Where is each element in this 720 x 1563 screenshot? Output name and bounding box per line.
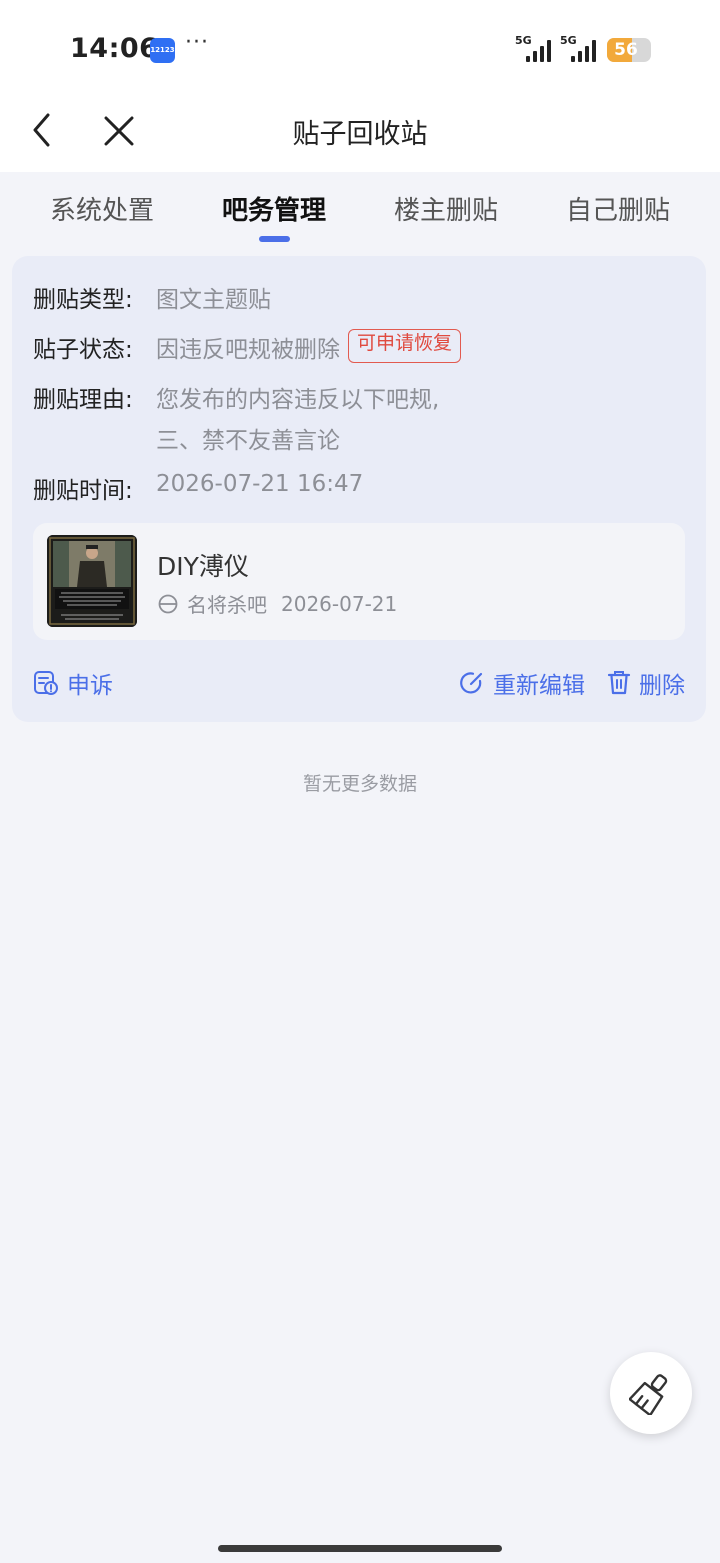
delete-reason-label: 删贴理由: bbox=[33, 387, 133, 413]
nav-header: 贴子回收站 bbox=[0, 96, 720, 172]
delete-type-value: 图文主题贴 bbox=[156, 287, 271, 313]
app-notification-icon: 12123 bbox=[150, 38, 175, 63]
tab-op-deleted[interactable]: 楼主删贴 bbox=[366, 190, 526, 227]
battery-level: 56 bbox=[614, 40, 638, 60]
delete-type-label: 删贴类型: bbox=[33, 287, 133, 313]
appeal-icon bbox=[34, 671, 58, 695]
appeal-button[interactable]: 申诉 bbox=[33, 666, 113, 700]
reedit-label: 重新编辑 bbox=[493, 673, 585, 699]
status-time: 14:06 bbox=[70, 33, 159, 64]
appeal-label: 申诉 bbox=[67, 673, 113, 699]
status-bar: 14:06 12123 ··· 5G 5G 56 bbox=[0, 0, 720, 96]
delete-reason-line1: 您发布的内容违反以下吧规, bbox=[156, 387, 440, 413]
post-status-label: 贴子状态: bbox=[33, 337, 133, 363]
delete-button[interactable]: 删除 bbox=[607, 666, 685, 700]
broom-icon bbox=[629, 1374, 668, 1415]
post-date: 2026-07-21 bbox=[281, 591, 398, 616]
home-indicator[interactable] bbox=[218, 1545, 502, 1552]
active-tab-indicator bbox=[259, 236, 290, 242]
post-thumbnail bbox=[47, 535, 137, 627]
tab-bar: 系统处置 吧务管理 楼主删贴 自己删贴 bbox=[0, 172, 720, 254]
delete-time-value: 2026-07-21 16:47 bbox=[156, 471, 364, 497]
delete-type-row: 删贴类型: 图文主题贴 bbox=[33, 280, 271, 314]
page-title: 贴子回收站 bbox=[292, 119, 428, 150]
post-meta: 名将杀吧 2026-07-21 bbox=[157, 589, 397, 618]
post-preview[interactable]: DIY溥仪 名将杀吧 2026-07-21 bbox=[33, 523, 685, 640]
no-more-data-text: 暂无更多数据 bbox=[302, 773, 417, 795]
post-status-row: 贴子状态: 因违反吧规被删除 可申请恢复 bbox=[33, 329, 462, 364]
post-title: DIY溥仪 bbox=[157, 552, 249, 581]
tab-system-handling[interactable]: 系统处置 bbox=[22, 190, 182, 227]
clear-button[interactable] bbox=[610, 1352, 692, 1434]
trash-icon bbox=[607, 671, 631, 695]
action-bar: 申诉 重新编辑 删除 bbox=[33, 666, 685, 700]
deleted-post-card: 删贴类型: 图文主题贴 贴子状态: 因违反吧规被删除 可申请恢复 删贴理由: 您… bbox=[12, 256, 706, 722]
restorable-badge: 可申请恢复 bbox=[348, 329, 462, 363]
signal-icon: 5G bbox=[515, 34, 557, 62]
delete-reason-row: 删贴理由: 您发布的内容违反以下吧规, bbox=[33, 380, 439, 414]
reedit-button[interactable]: 重新编辑 bbox=[459, 666, 585, 700]
forum-icon bbox=[158, 594, 178, 613]
forum-name[interactable]: 名将杀吧 bbox=[187, 589, 267, 618]
post-status-value: 因违反吧规被删除 bbox=[156, 337, 340, 363]
battery-icon: 56 bbox=[607, 38, 651, 62]
tab-bar-management[interactable]: 吧务管理 bbox=[194, 190, 354, 227]
more-notifications-icon: ··· bbox=[185, 30, 209, 55]
delete-reason-row-2: 三、禁不友善言论 bbox=[33, 421, 340, 455]
delete-time-row: 删贴时间: 2026-07-21 16:47 bbox=[33, 471, 363, 505]
post-thumbnail-image bbox=[47, 535, 137, 627]
delete-label: 删除 bbox=[639, 673, 685, 699]
delete-time-label: 删贴时间: bbox=[33, 478, 133, 504]
edit-icon bbox=[460, 672, 483, 694]
tab-self-deleted[interactable]: 自己删贴 bbox=[538, 190, 698, 227]
signal-icon: 5G bbox=[560, 34, 602, 62]
delete-reason-line2: 三、禁不友善言论 bbox=[156, 428, 340, 454]
